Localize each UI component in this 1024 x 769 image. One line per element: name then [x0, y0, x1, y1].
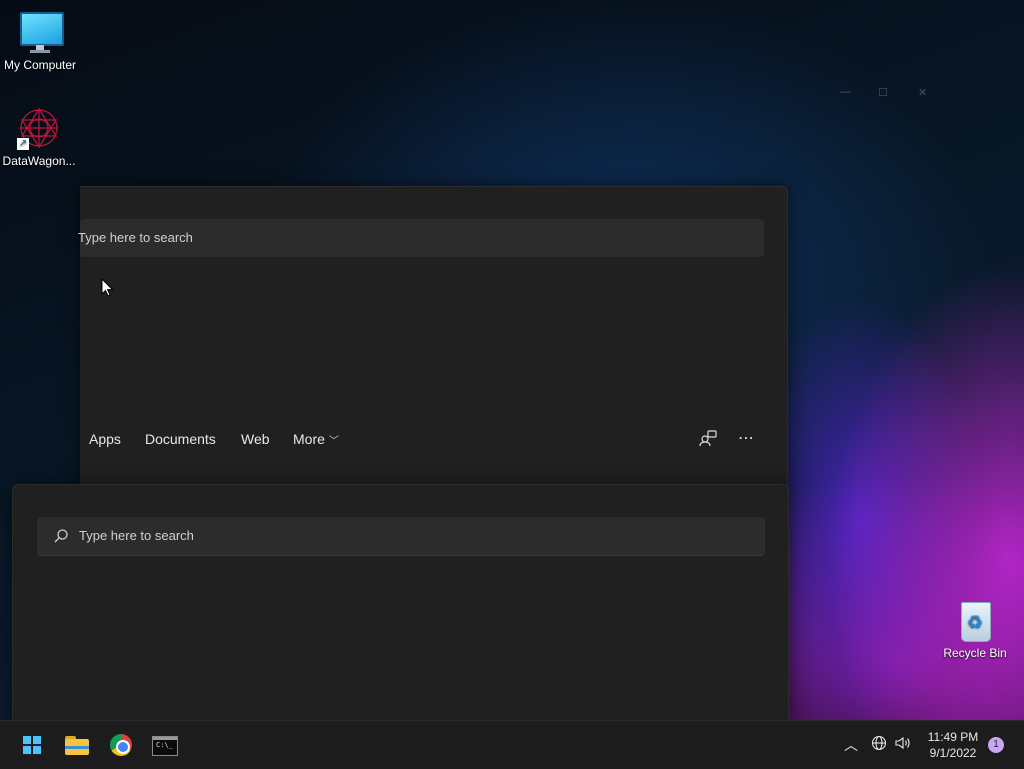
chevron-down-icon: ﹀ — [328, 436, 339, 447]
tab-more-label: More — [293, 431, 325, 447]
file-explorer-button[interactable] — [61, 729, 93, 761]
clock[interactable]: 11:49 PM 9/1/2022 — [922, 729, 984, 761]
ghost-window-controls: — ☐ ✕ — [836, 86, 936, 102]
start-button[interactable] — [16, 729, 48, 761]
terminal-icon-text: C:\_ — [156, 741, 173, 749]
monitor-icon — [18, 10, 64, 54]
maximize-icon: ☐ — [878, 87, 888, 99]
notification-badge[interactable]: 1 — [988, 737, 1004, 753]
shortcut-arrow-icon: ↗ — [17, 138, 29, 150]
network-globe-icon[interactable] — [869, 735, 889, 755]
mouse-cursor-icon — [101, 278, 114, 297]
chrome-button[interactable] — [105, 729, 137, 761]
desktop-icon-recycle-bin[interactable]: ♻ Recycle Bin — [935, 598, 1015, 660]
clock-time: 11:49 PM — [927, 730, 979, 744]
close-icon: ✕ — [918, 87, 928, 99]
recycle-bin-icon: ♻ — [953, 598, 997, 642]
datawagon-app-icon: ↗ — [17, 106, 61, 150]
tab-more[interactable]: More ﹀ — [293, 431, 339, 447]
terminal-icon: C:\_ — [152, 736, 178, 756]
search-placeholder: Type here to search — [79, 528, 194, 543]
chevron-up-icon[interactable]: ︿ — [841, 735, 861, 755]
desktop-icon-label: Recycle Bin — [943, 646, 1007, 660]
more-options-icon[interactable]: ⋯ — [736, 429, 756, 449]
taskbar: C:\_ ︿ 11:49 PM 9/1/2022 1 — [0, 720, 1024, 769]
start-icon — [23, 736, 41, 754]
tab-web[interactable]: Web — [241, 431, 270, 447]
desktop-icon-datawagon[interactable]: ↗ DataWagon... — [0, 106, 79, 168]
desktop-icon-label: My Computer — [3, 58, 77, 72]
desktop-icon-my-computer[interactable]: My Computer — [0, 10, 80, 72]
search-placeholder: Type here to search — [78, 230, 193, 245]
tab-apps[interactable]: Apps — [89, 431, 121, 447]
clock-date: 9/1/2022 — [929, 746, 977, 760]
minimize-icon: — — [840, 86, 851, 98]
tab-documents[interactable]: Documents — [145, 431, 216, 447]
search-icon — [54, 529, 68, 543]
volume-icon[interactable] — [893, 735, 913, 755]
search-input-ghost[interactable]: Type here to search — [78, 219, 764, 257]
search-panel: Type here to search — [12, 484, 789, 722]
search-input[interactable]: Type here to search — [37, 517, 765, 556]
search-panel-ghost: Type here to search Apps Documents Web M… — [78, 186, 788, 488]
terminal-button[interactable]: C:\_ — [148, 729, 180, 761]
share-profile-icon[interactable] — [698, 429, 718, 449]
desktop-icon-label: DataWagon... — [2, 154, 76, 168]
